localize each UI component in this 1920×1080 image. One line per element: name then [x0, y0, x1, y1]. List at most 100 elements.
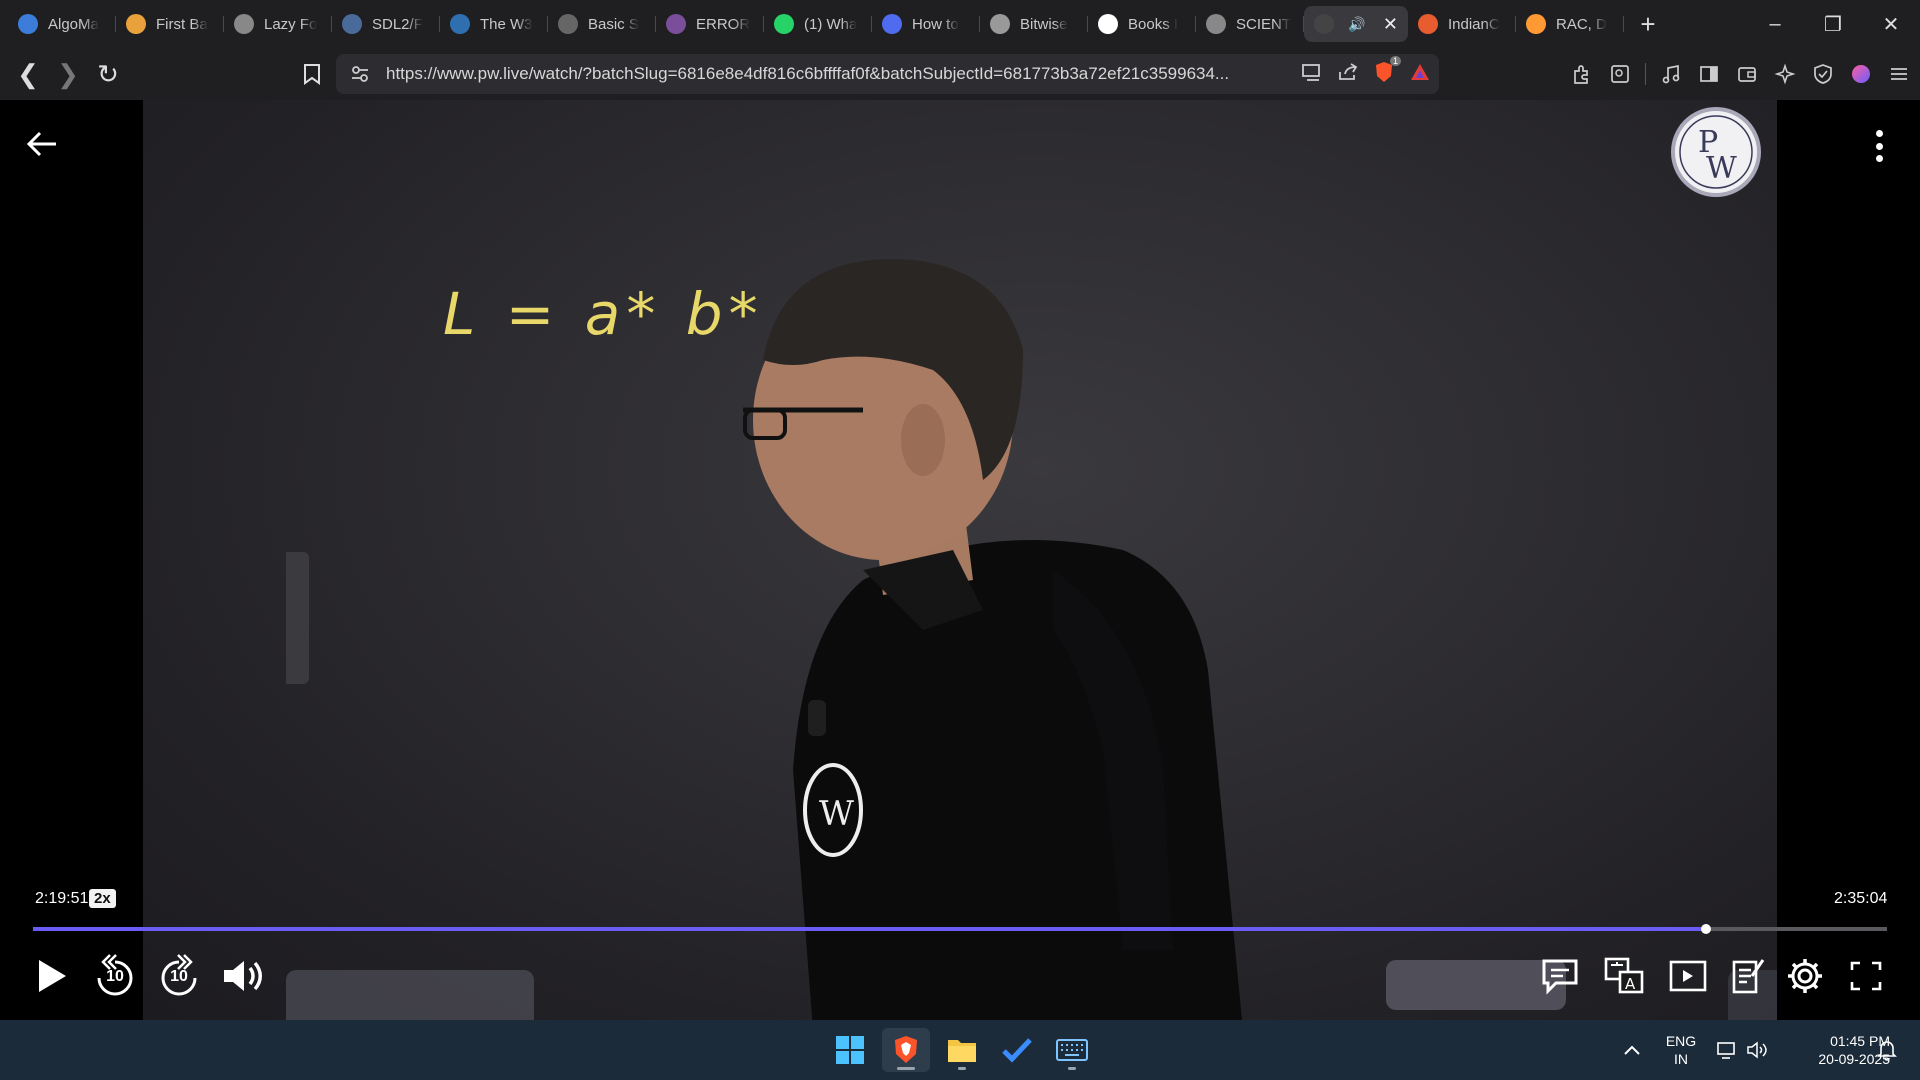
- rewind-10-button[interactable]: 10: [90, 948, 140, 1004]
- tab-title: IndianC: [1448, 15, 1500, 33]
- tab-title: (1) Wha: [804, 15, 858, 33]
- comments-icon[interactable]: [1536, 948, 1584, 1004]
- tab[interactable]: Basic S: [548, 6, 656, 42]
- reload-button[interactable]: ↻: [88, 54, 128, 94]
- lazy-foo-icon: [234, 14, 254, 34]
- side-drawer-handle[interactable]: [286, 552, 309, 684]
- todo-check-icon[interactable]: [993, 1028, 1041, 1072]
- touch-keyboard-icon[interactable]: [1048, 1028, 1096, 1072]
- cast-icon[interactable]: [1301, 62, 1323, 87]
- tab[interactable]: RAC, D: [1516, 6, 1624, 42]
- close-window-button[interactable]: ✕: [1862, 0, 1920, 48]
- first-bad-icon: [126, 14, 146, 34]
- file-explorer-icon[interactable]: [938, 1028, 986, 1072]
- tab-close-icon[interactable]: ✕: [1383, 14, 1398, 35]
- wallet-icon[interactable]: [1734, 61, 1760, 87]
- google-icon: [1098, 14, 1118, 34]
- reader-mode-icon[interactable]: [1607, 61, 1633, 87]
- tab[interactable]: First Ba: [116, 6, 224, 42]
- region-code: IN: [1674, 1051, 1688, 1067]
- tab-active[interactable]: 🔊 ✕: [1304, 6, 1408, 42]
- running-indicator: [958, 1067, 966, 1070]
- more-options-icon[interactable]: [1866, 126, 1892, 166]
- tab-title: Lazy Fo: [264, 15, 318, 33]
- howto-icon: [882, 14, 902, 34]
- india-flag-icon: [1526, 14, 1546, 34]
- browser-toolbar: ❮ ❯ ↻ https://www.pw.live/watch/?batchSl…: [0, 48, 1920, 100]
- tab[interactable]: Lazy Fo: [224, 6, 332, 42]
- tab[interactable]: SCIENT: [1196, 6, 1304, 42]
- back-button[interactable]: ❮: [8, 54, 48, 94]
- tab-title: ERROR: [696, 15, 751, 33]
- bookmark-icon[interactable]: [292, 54, 332, 94]
- tab[interactable]: (1) Wha: [764, 6, 872, 42]
- shields-count-badge: 1: [1389, 55, 1401, 66]
- indian-icon: [1418, 14, 1438, 34]
- show-hidden-icons-chevron[interactable]: [1608, 1028, 1656, 1072]
- restore-button[interactable]: ❐: [1804, 0, 1862, 48]
- start-button[interactable]: [826, 1028, 874, 1072]
- progress-bar[interactable]: [33, 924, 1887, 934]
- tab[interactable]: IndianC: [1408, 6, 1516, 42]
- brave-shields-icon[interactable]: 1: [1373, 55, 1401, 89]
- basic-icon: [558, 14, 578, 34]
- notes-icon[interactable]: [1724, 948, 1772, 1004]
- network-icon[interactable]: [1712, 1028, 1742, 1072]
- instructor-figure: W: [743, 259, 1243, 1020]
- board-formula: L = a* b*: [443, 280, 764, 348]
- forward-10-button[interactable]: 10: [154, 948, 204, 1004]
- profile-avatar-icon[interactable]: [1848, 61, 1874, 87]
- minimize-button[interactable]: –: [1746, 0, 1804, 48]
- tab[interactable]: AlgoMa: [8, 6, 116, 42]
- forward-button[interactable]: ❯: [48, 54, 88, 94]
- language-indicator[interactable]: ENG IN: [1660, 1032, 1702, 1068]
- back-arrow-icon[interactable]: [22, 124, 62, 164]
- media-music-icon[interactable]: [1658, 61, 1684, 87]
- whiteboard-toolbar-left: [286, 970, 534, 1020]
- tab[interactable]: Books I: [1088, 6, 1196, 42]
- playback-speed-badge[interactable]: 2x: [89, 889, 116, 908]
- science-icon: [1206, 14, 1226, 34]
- speaker-tray-icon[interactable]: [1742, 1028, 1772, 1072]
- pw-tab-icon: [1314, 14, 1334, 34]
- whatsapp-icon: [774, 14, 794, 34]
- notification-bell-icon[interactable]: [1872, 1028, 1902, 1072]
- tab-title: SCIENT: [1236, 15, 1292, 33]
- video-frame: L = a* b* W: [143, 100, 1777, 1020]
- tab[interactable]: SDL2/F: [332, 6, 440, 42]
- tab-title: AlgoMa: [48, 15, 99, 33]
- fullscreen-icon[interactable]: [1842, 948, 1890, 1004]
- extensions-puzzle-icon[interactable]: [1569, 61, 1595, 87]
- translate-icon[interactable]: A: [1600, 948, 1648, 1004]
- tab-title: How to: [912, 15, 959, 33]
- sdl-icon: [342, 14, 362, 34]
- picture-in-picture-icon[interactable]: [1664, 948, 1712, 1004]
- site-info-icon[interactable]: [342, 64, 378, 84]
- tab-title: The W3: [480, 15, 533, 33]
- tab[interactable]: ERROR: [656, 6, 764, 42]
- volume-icon[interactable]: [218, 948, 268, 1004]
- tab[interactable]: How to: [872, 6, 980, 42]
- tab[interactable]: The W3: [440, 6, 548, 42]
- extension-icons: [1569, 54, 1912, 94]
- address-bar[interactable]: https://www.pw.live/watch/?batchSlug=681…: [336, 54, 1439, 94]
- brave-rewards-icon[interactable]: [1409, 62, 1431, 87]
- tab-title: SDL2/F: [372, 15, 423, 33]
- sidebar-toggle-icon[interactable]: [1696, 61, 1722, 87]
- leo-ai-icon[interactable]: [1772, 61, 1798, 87]
- running-indicator: [1068, 1067, 1076, 1070]
- tab-title: RAC, D: [1556, 15, 1607, 33]
- main-menu-icon[interactable]: [1886, 61, 1912, 87]
- video-player[interactable]: L = a* b* W P W 2:19:51 2x 2:35:04 10 10…: [0, 100, 1920, 1020]
- settings-gear-icon[interactable]: [1780, 948, 1830, 1004]
- address-bar-actions: 1: [1301, 54, 1431, 94]
- play-button[interactable]: [30, 948, 74, 1004]
- new-tab-button[interactable]: +: [1628, 6, 1668, 42]
- tab[interactable]: Bitwise: [980, 6, 1088, 42]
- brave-browser-taskbar-icon[interactable]: [882, 1028, 930, 1072]
- tab-list: AlgoMa First Ba Lazy Fo SDL2/F The W3 Basic S…: [0, 6, 1624, 42]
- share-icon[interactable]: [1337, 62, 1359, 87]
- vpn-icon[interactable]: [1810, 61, 1836, 87]
- pw-logo: PW: [1670, 106, 1762, 198]
- tab-audio-icon[interactable]: 🔊: [1348, 16, 1365, 33]
